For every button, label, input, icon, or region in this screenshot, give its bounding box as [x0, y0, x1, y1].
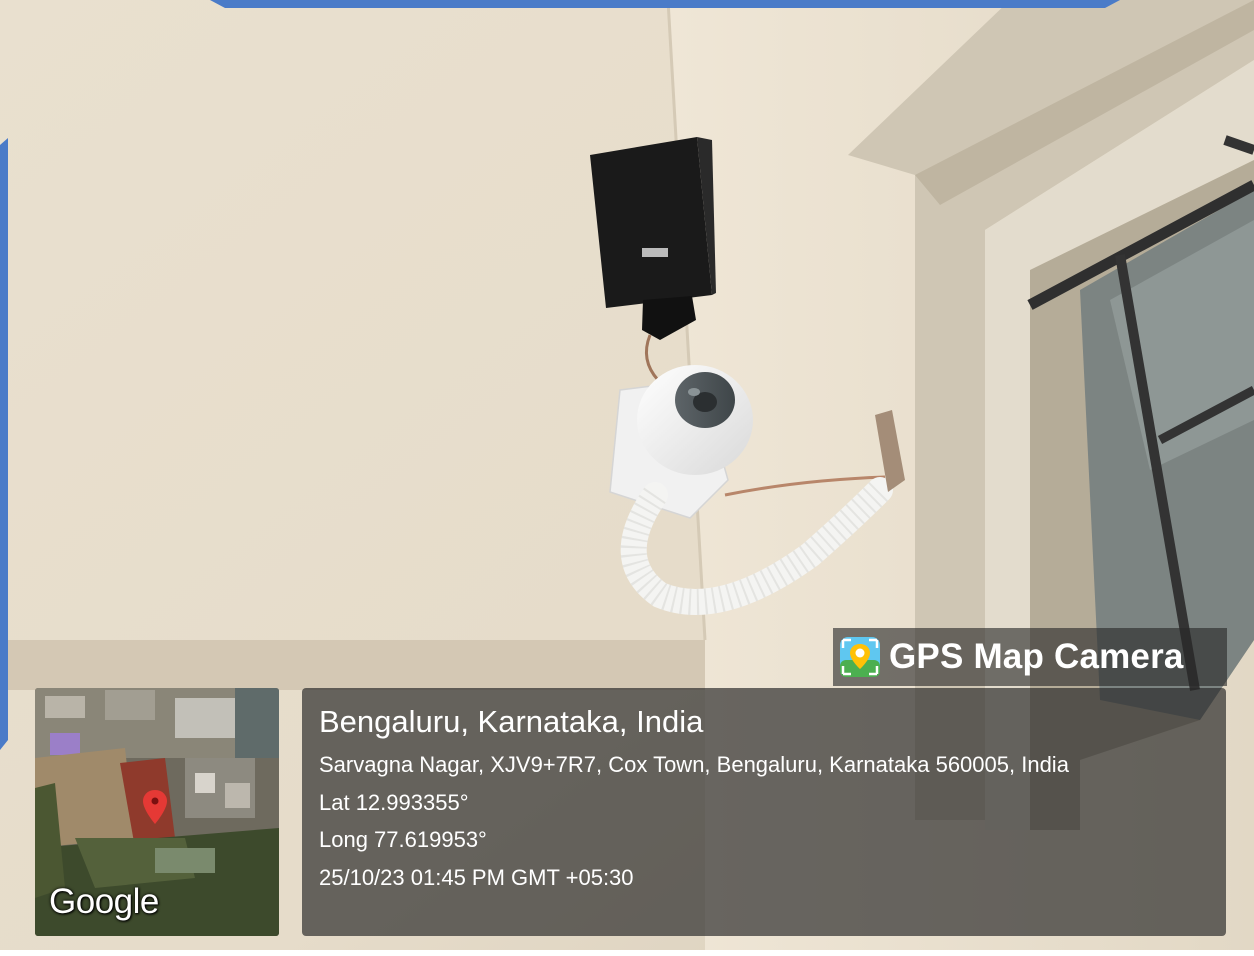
badge-title: GPS Map Camera	[889, 637, 1184, 676]
speaker-logo	[642, 248, 668, 257]
ceiling-edge	[0, 640, 705, 690]
speaker-box	[590, 137, 712, 308]
location-info-panel: Bengaluru, Karnataka, India Sarvagna Nag…	[302, 688, 1226, 936]
google-logo: Google	[49, 882, 159, 921]
location-address: Sarvagna Nagar, XJV9+7R7, Cox Town, Beng…	[319, 752, 1069, 777]
map-thumbnail[interactable]: Google	[35, 688, 279, 936]
map-camera-icon	[840, 637, 880, 677]
frame-accent-left	[0, 138, 8, 750]
frame-accent-top	[210, 0, 1120, 8]
frame-bottom-edge	[0, 950, 1254, 956]
location-longitude: Long 77.619953°	[319, 827, 487, 852]
photo-frame: GPS Map Camera Google Bengaluru, Karnata…	[0, 0, 1254, 956]
location-latitude: Lat 12.993355°	[319, 789, 469, 815]
location-city: Bengaluru, Karnataka, India	[319, 704, 704, 739]
gps-map-camera-badge: GPS Map Camera	[833, 628, 1227, 686]
location-datetime: 25/10/23 01:45 PM GMT +05:30	[319, 864, 634, 890]
camera-lens-glare	[688, 388, 700, 396]
